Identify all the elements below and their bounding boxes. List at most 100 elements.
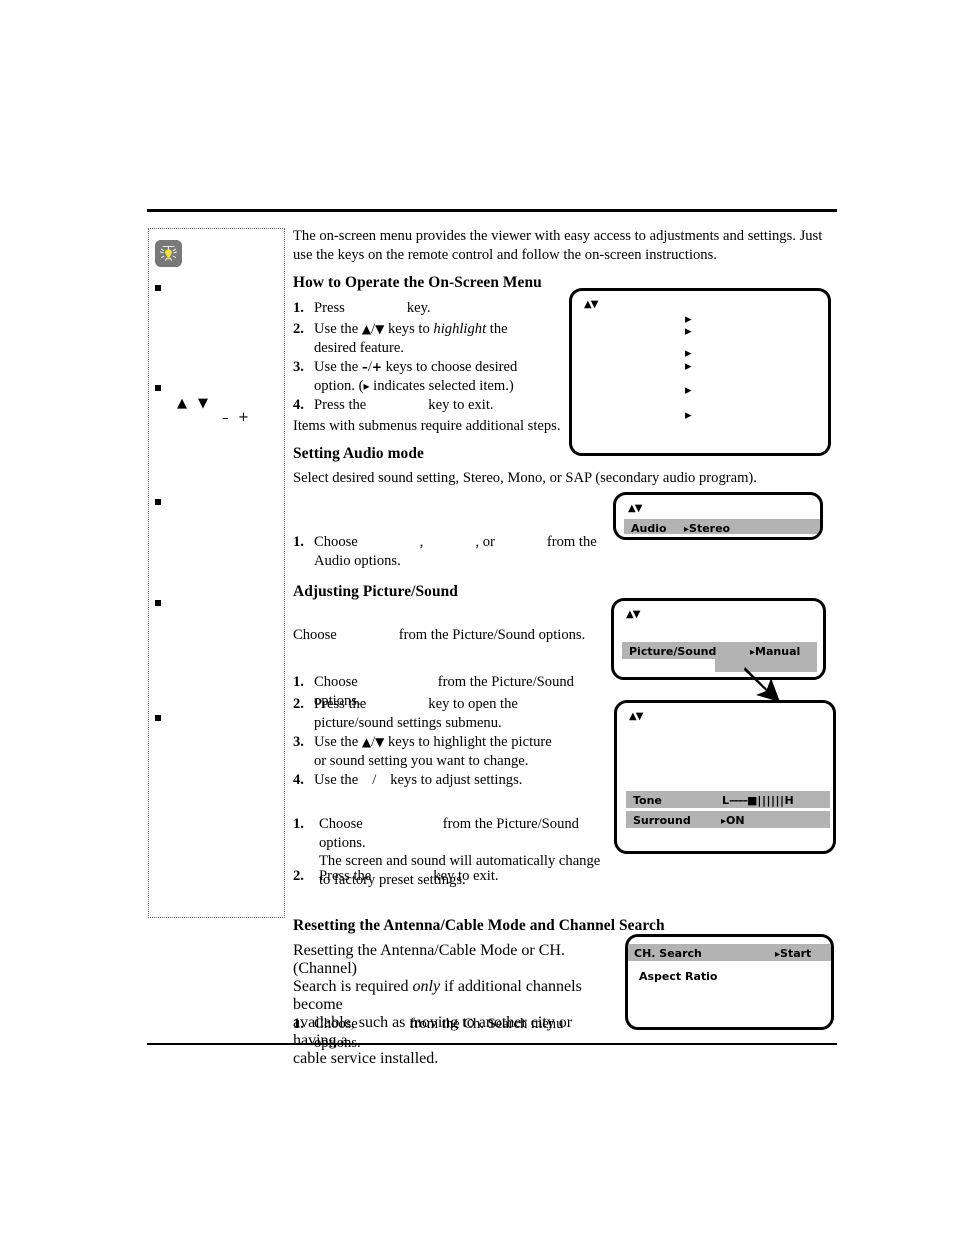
- heading-how-to-operate: How to Operate the On-Screen Menu: [293, 274, 542, 291]
- lightbulb-icon: [155, 240, 182, 267]
- operate-step-1: 1. Press key.: [293, 299, 563, 318]
- updown-arrows-icon: ▲▼: [629, 711, 643, 722]
- step-number: 3.: [293, 734, 304, 750]
- step-text-b: keys to highlight the picture: [384, 734, 552, 750]
- step-number: 2.: [293, 868, 304, 884]
- step-text-a: Use the: [314, 359, 362, 375]
- audio-menu-screen[interactable]: ▲▼ Audio ▸Stereo: [613, 492, 823, 540]
- step-number: 2.: [293, 696, 304, 712]
- step-text-pre: Press: [314, 300, 345, 316]
- step-text-pre: Press the: [314, 696, 367, 712]
- step-text-line2: picture/sound settings submenu.: [314, 714, 502, 731]
- up-arrow-icon: ▲: [361, 322, 372, 336]
- step-text-a: Use the: [314, 734, 362, 750]
- ch-search-menu-screen[interactable]: CH. Search ▸Start Aspect Ratio: [625, 934, 834, 1030]
- operate-step-3: 3. Use the –/+ keys to choose desired opt…: [293, 358, 573, 395]
- step-text: Press the key to exit.: [319, 867, 593, 886]
- menu-pointer-icon-6: ▸: [685, 408, 692, 423]
- tone-low-label: L: [722, 794, 730, 807]
- heading-setting-audio-mode: Setting Audio mode: [293, 445, 424, 462]
- step-text-line2: desired feature.: [314, 339, 404, 356]
- osd-value-surround: ▸ON: [721, 814, 745, 827]
- osd-value-tone: L––––■||||||H: [722, 794, 794, 807]
- osd-row-tone[interactable]: Tone L––––■||||||H: [626, 791, 830, 808]
- sidebar-bullet-3: [155, 499, 161, 505]
- step-number: 4.: [293, 397, 304, 413]
- channel-step-1: 1. Choose from the Ch. Search menu option…: [293, 1015, 613, 1052]
- menu-pointer-icon-2: ▸: [685, 324, 692, 339]
- step-text-mid1: ,: [419, 534, 424, 550]
- osd-row-surround[interactable]: Surround ▸ON: [626, 811, 830, 828]
- step-text: Choose from the Ch. Search menu options.: [314, 1015, 613, 1052]
- picture-step-4: 4. Use the / keys to adjust settings.: [293, 771, 593, 790]
- screen-bottom-clip: [616, 534, 820, 537]
- step-text: Use the ▲/▼ keys to highlight the desired…: [314, 320, 568, 357]
- step-number: 1.: [293, 534, 304, 550]
- picture-step-2: 2. Press the key to open the picture/sound…: [293, 695, 593, 732]
- osd-label-aspect-ratio[interactable]: Aspect Ratio: [639, 970, 717, 983]
- updown-arrows-icon: ▲▼: [628, 503, 642, 514]
- main-menu-screen[interactable]: ▲▼ ▸ ▸ ▸ ▸ ▸ ▸: [569, 288, 831, 456]
- step-text-line2: or sound setting you want to change.: [314, 752, 529, 769]
- step-text-b: keys to choose desired: [381, 359, 518, 375]
- heading-adjusting-picture-sound: Adjusting Picture/Sound: [293, 583, 458, 600]
- step-number: 4.: [293, 772, 304, 788]
- osd-row-picture-sound[interactable]: Picture/Sound ▸Manual: [622, 642, 817, 659]
- updown-arrows-icon: ▲▼: [584, 299, 598, 310]
- step-text: Use the –/+ keys to choose desired option…: [314, 358, 573, 395]
- step-text-post: key to open the: [428, 696, 518, 712]
- picture-sound-submenu-screen[interactable]: ▲▼ Tone L––––■||||||H Surround ▸ON: [614, 700, 836, 854]
- page-rule-top: [147, 209, 837, 212]
- step-number: 3.: [293, 359, 304, 375]
- tone-slider-marker-icon[interactable]: ■: [747, 794, 757, 807]
- step-text: Use the / keys to adjust settings.: [314, 771, 593, 790]
- slash-separator: /: [372, 772, 377, 788]
- operate-note: Items with submenus require additional s…: [293, 418, 561, 434]
- tone-bars: ||||||: [757, 794, 785, 807]
- step-text: Press the key to open the picture/sound se…: [314, 695, 593, 732]
- step-number: 1.: [293, 816, 304, 832]
- picture-sound-menu-screen[interactable]: ▲▼ Picture/Sound ▸Manual: [611, 598, 826, 680]
- step-text-italic: highlight: [433, 321, 487, 337]
- step-text-post: key.: [406, 300, 431, 316]
- operate-step-2: 2. Use the ▲/▼ keys to highlight the desi…: [293, 320, 568, 357]
- step-text-post: key to exit.: [433, 868, 499, 884]
- screen-bottom-clip: [614, 674, 823, 677]
- updown-arrows-icon: ▲▼: [626, 609, 640, 620]
- osd-label-ch-search: CH. Search: [634, 947, 702, 960]
- sidebar-bullet-2: [155, 385, 161, 391]
- tone-dashes: ––––: [729, 794, 748, 807]
- step-text: Use the ▲/▼ keys to highlight the pictur…: [314, 733, 593, 770]
- picture-choose-line: Choose from the Picture/Sound options.: [293, 626, 593, 645]
- step-text-post: key to exit.: [428, 397, 494, 413]
- osd-label-surround: Surround: [633, 814, 691, 827]
- step-text-pre: Choose: [314, 534, 358, 550]
- step-text-pre: Choose: [314, 1016, 358, 1032]
- tips-sidebar: [148, 228, 285, 918]
- step-text: Choose from the Picture/Sound options.: [293, 626, 593, 645]
- osd-value-ch-search: ▸Start: [775, 947, 811, 960]
- screen-top-clip: [628, 937, 831, 940]
- step-text-b: keys to: [384, 321, 434, 337]
- step-text-pre: Press the: [319, 868, 372, 884]
- heading-resetting-antenna-cable: Resetting the Antenna/Cable Mode and Cha…: [293, 917, 665, 934]
- sidebar-bullet-4: [155, 600, 161, 606]
- step-text-b: keys to adjust settings.: [390, 772, 523, 788]
- sidebar-minus-icon: –: [222, 411, 229, 426]
- osd-value-text: Start: [780, 947, 812, 960]
- osd-row-ch-search[interactable]: CH. Search ▸Start: [628, 944, 831, 961]
- picture-step-3: 3. Use the ▲/▼ keys to highlight the pic…: [293, 733, 593, 770]
- step-text-a: Use the: [314, 321, 362, 337]
- sidebar-bullet-1: [155, 285, 161, 291]
- channel-paragraph-line1: Resetting the Antenna/Cable Mode or CH. …: [293, 942, 565, 977]
- step-text-pre: Press the: [314, 397, 367, 413]
- reset-step-2: 2. Press the key to exit.: [293, 867, 593, 886]
- osd-row-audio[interactable]: Audio ▸Stereo: [624, 519, 820, 535]
- step-number: 1.: [293, 1016, 304, 1032]
- osd-value-text: ON: [726, 814, 745, 827]
- choose-pre: Choose: [293, 627, 337, 643]
- osd-value-picture-sound: ▸Manual: [750, 645, 800, 658]
- step-text-mid2: , or: [475, 534, 495, 550]
- audio-step-1: 1. Choose,, or from the Audio options.: [293, 533, 623, 570]
- step-text: Press key.: [314, 299, 563, 318]
